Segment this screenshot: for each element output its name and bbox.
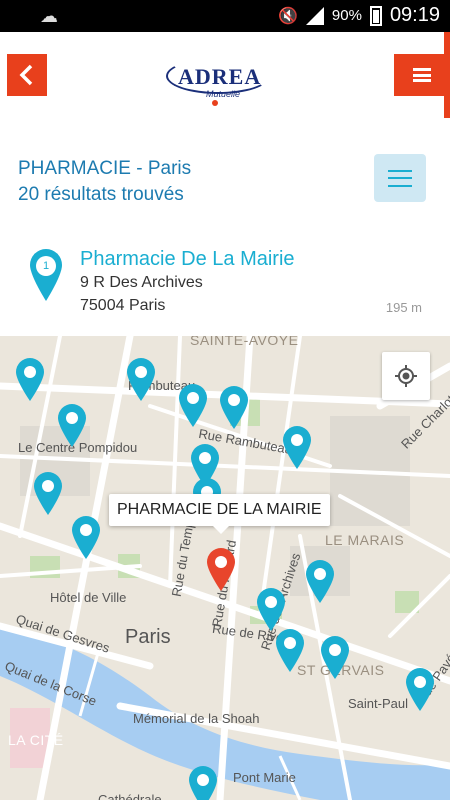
pharmacy-pin[interactable] [275, 629, 305, 673]
menu-button[interactable] [394, 54, 450, 96]
selected-pharmacy-pin[interactable] [206, 548, 236, 592]
map-pin-icon: 1 [28, 248, 64, 302]
map-label: LE MARAIS [325, 532, 405, 548]
list-toggle-button[interactable] [374, 154, 426, 202]
pharmacy-pin[interactable] [219, 386, 249, 430]
pharmacy-pin[interactable] [126, 358, 156, 402]
map-label: SAINTE-AVOYE [190, 336, 299, 348]
pharmacy-pin[interactable] [15, 358, 45, 402]
list-menu-icon [388, 169, 412, 187]
map-label: Mémorial de la Shoah [133, 711, 260, 726]
pharmacy-card[interactable]: 1 Pharmacie De La Mairie 9 R Des Archive… [0, 228, 450, 336]
map-view[interactable]: SAINTE-AVOYE Rambuteau Rue Rambuteau Rue… [0, 336, 450, 800]
battery-percent: 90% [331, 7, 362, 24]
hamburger-menu-icon [413, 68, 431, 82]
clock: 09:19 [389, 4, 440, 26]
pharmacy-distance: 195 m [385, 300, 422, 315]
results-count: 20 résultats trouvés [18, 184, 184, 205]
pin-index: 1 [42, 260, 50, 272]
map-label: Cathédrale [98, 792, 162, 800]
map-label: LA CITÉ [8, 732, 64, 748]
pharmacy-pin[interactable] [320, 636, 350, 680]
my-location-icon [395, 365, 417, 387]
map-label: Saint-Paul [348, 696, 408, 711]
pharmacy-pin[interactable] [71, 516, 101, 560]
results-header: PHARMACIE - Paris 20 résultats trouvés [0, 118, 450, 228]
pharmacy-pin[interactable] [188, 766, 218, 800]
cloud-icon: ☁ [40, 6, 58, 26]
results-title: PHARMACIE - Paris [18, 158, 192, 179]
chevron-left-icon [19, 64, 33, 86]
app-header: ADREA Mutuelle [0, 32, 450, 118]
map-label: Pont Marie [233, 770, 296, 785]
pharmacy-pin[interactable] [282, 426, 312, 470]
mute-icon: 🔇 [277, 7, 298, 25]
adrea-logo: ADREA Mutuelle [164, 56, 274, 110]
signal-icon [305, 6, 324, 25]
map-label: Paris [125, 626, 171, 648]
pin-tooltip[interactable]: PHARMACIE DE LA MAIRIE [109, 494, 330, 534]
pharmacy-name: Pharmacie De La Mairie [80, 248, 295, 270]
pharmacy-pin[interactable] [405, 668, 435, 712]
pharmacy-city: 75004 Paris [80, 297, 166, 314]
battery-icon [369, 5, 382, 26]
map-label: Hôtel de Ville [50, 590, 127, 605]
pharmacy-pin[interactable] [256, 588, 286, 632]
pharmacy-pin[interactable] [33, 472, 63, 516]
status-bar: ☁ 🔇 90% 09:19 [0, 0, 450, 32]
pharmacy-pin[interactable] [305, 560, 335, 604]
pharmacy-pin[interactable] [178, 384, 208, 428]
back-button[interactable] [7, 54, 47, 96]
pharmacy-address: 9 R Des Archives [80, 274, 203, 291]
pharmacy-pin[interactable] [57, 404, 87, 448]
my-location-button[interactable] [382, 352, 430, 400]
